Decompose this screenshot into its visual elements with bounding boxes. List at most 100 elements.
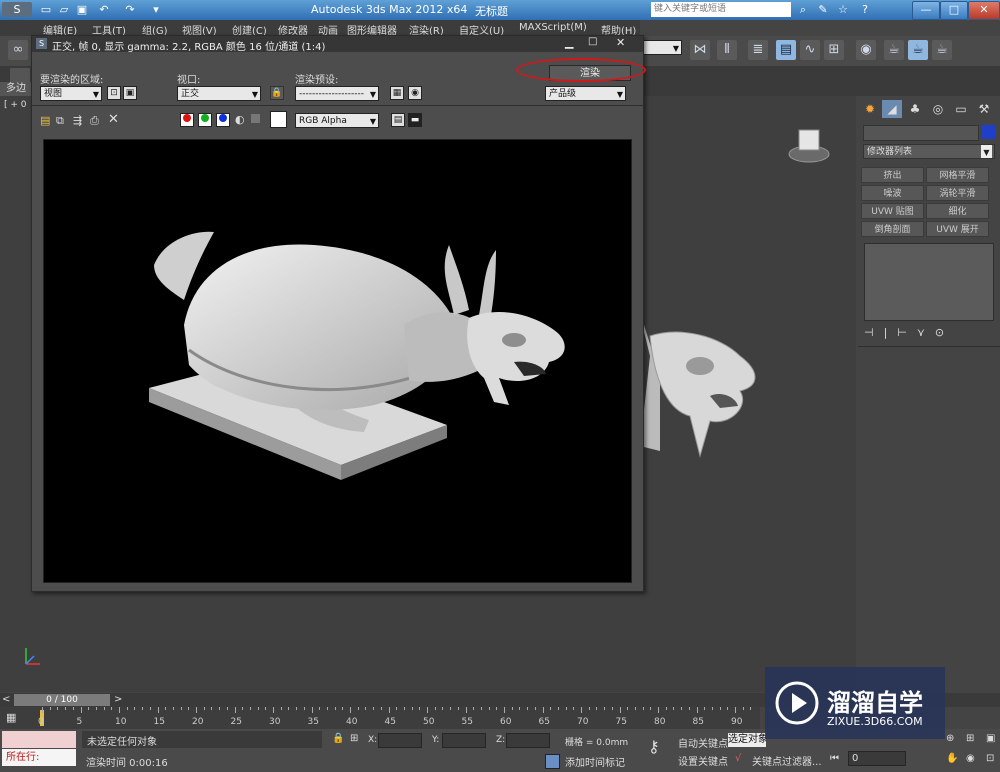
ribbon-tab[interactable] <box>10 68 30 83</box>
new-file-icon[interactable]: ▭ <box>38 2 54 17</box>
current-frame-field[interactable]: 0 <box>848 751 906 766</box>
render-setup-icon[interactable]: ☕ <box>884 40 904 60</box>
uvw-map-button[interactable]: UVW 贴图 <box>861 203 924 219</box>
y-coordinate-field[interactable] <box>442 733 486 748</box>
time-slider-next[interactable]: > <box>114 694 122 705</box>
area-to-render-dropdown[interactable]: 视图 ▼ <box>40 86 102 101</box>
material-editor-icon[interactable]: ◉ <box>856 40 876 60</box>
layer-manager-icon[interactable]: ≣ <box>748 40 768 60</box>
time-slider-thumb[interactable]: 0 / 100 <box>14 694 110 706</box>
track-bar[interactable]: ▦ 0 5 10 15 20 25 30 35 40 45 50 55 60 65 70 75 80 85 90 <box>0 707 760 729</box>
render-preset-dropdown[interactable]: -------------------- ▼ <box>295 86 379 101</box>
orbit-icon[interactable]: ◉ <box>966 753 975 764</box>
schematic-view-icon[interactable]: ⊞ <box>824 40 844 60</box>
zoom-extents-icon[interactable]: ⊕ <box>946 733 954 744</box>
set-key-button[interactable]: 设置关键点 <box>678 753 728 768</box>
hierarchy-tab-icon[interactable]: ♣ <box>905 100 925 118</box>
selection-set-dropdown[interactable]: ▼ <box>642 40 682 55</box>
app-logo-icon[interactable]: S <box>2 2 32 17</box>
redo-icon[interactable]: ↷ <box>122 2 138 17</box>
modifier-list-dropdown[interactable]: 修改器列表 ▼ <box>863 144 995 159</box>
utilities-tab-icon[interactable]: ⚒ <box>974 100 994 118</box>
monochrome-icon[interactable] <box>251 114 260 123</box>
maxscript-listener-top[interactable] <box>2 731 76 748</box>
viewport-dropdown[interactable]: 正交 ▼ <box>177 86 261 101</box>
absolute-mode-icon[interactable]: ⊞ <box>350 733 358 744</box>
time-tag-icon[interactable] <box>545 754 560 769</box>
clear-icon[interactable]: ✕ <box>108 112 119 127</box>
key-mode-icon[interactable]: ⚷ <box>648 737 660 756</box>
undo-icon[interactable]: ↶ <box>96 2 112 17</box>
stack-controls[interactable]: ⊣|⊢⋎⊙ <box>864 326 994 340</box>
curve-editor-icon[interactable]: ∿ <box>800 40 820 60</box>
ribbon-tab-polygon[interactable]: 多边 <box>0 82 32 96</box>
x-coordinate-field[interactable] <box>378 733 422 748</box>
noise-button[interactable]: 噪波 <box>861 185 924 201</box>
link-icon[interactable]: ∞ <box>8 40 28 60</box>
zoom-all-icon[interactable]: ⊞ <box>966 733 974 744</box>
binoculars-icon[interactable]: ⌕ <box>795 2 811 17</box>
modify-tab-icon[interactable]: ◢ <box>882 100 902 118</box>
star-icon[interactable]: ☆ <box>835 2 851 17</box>
field-of-view-icon[interactable]: ⊡ <box>986 753 994 764</box>
render-window-maximize[interactable]: □ <box>588 36 597 47</box>
channel-display-dropdown[interactable]: RGB Alpha ▼ <box>295 113 379 128</box>
turbosmooth-button[interactable]: 涡轮平滑 <box>926 185 989 201</box>
clone-window-icon[interactable]: ⇶ <box>73 114 82 127</box>
render-window-minimize[interactable]: ▁ <box>565 36 573 49</box>
key-filter-icon[interactable]: √ <box>735 753 741 764</box>
add-time-tag-button[interactable]: 添加时间标记 <box>565 754 625 769</box>
align-icon[interactable]: ⫴ <box>717 40 737 60</box>
auto-key-button[interactable]: 自动关键点 <box>678 735 728 750</box>
mirror-icon[interactable]: ⋈ <box>690 40 710 60</box>
minimize-button[interactable]: — <box>912 1 940 20</box>
display-tab-icon[interactable]: ▭ <box>951 100 971 118</box>
key-selection-dropdown[interactable]: 选定对象 <box>728 733 766 747</box>
auto-region-icon[interactable]: ▣ <box>123 86 137 100</box>
object-color-swatch[interactable] <box>981 125 995 139</box>
save-file-icon[interactable]: ▣ <box>74 2 90 17</box>
tools-icon[interactable]: ✎ <box>815 2 831 17</box>
search-input[interactable]: 键入关键字或短语 <box>651 2 791 17</box>
maximize-button[interactable]: □ <box>940 1 968 20</box>
edit-region-icon[interactable]: ⊡ <box>107 86 121 100</box>
time-slider-prev[interactable]: < <box>2 694 10 705</box>
alpha-channel-icon[interactable]: ◐ <box>235 113 245 126</box>
red-channel-button[interactable] <box>180 113 194 127</box>
environment-icon[interactable]: ◉ <box>408 86 422 100</box>
green-channel-button[interactable] <box>198 113 212 127</box>
unwrap-uvw-button[interactable]: UVW 展开 <box>926 221 989 237</box>
create-tab-icon[interactable]: ✹ <box>860 100 880 118</box>
print-image-icon[interactable]: ⎙ <box>90 114 99 128</box>
maxscript-listener[interactable]: 所在行: <box>2 749 76 766</box>
viewport-label[interactable]: [ + 0 <box>4 100 27 110</box>
key-filters-button[interactable]: 关键点过滤器... <box>752 753 822 768</box>
extrude-button[interactable]: 挤出 <box>861 167 924 183</box>
modifier-stack[interactable] <box>864 243 994 321</box>
object-name-field[interactable] <box>863 125 979 141</box>
copy-image-icon[interactable]: ⧉ <box>56 114 64 128</box>
meshsmooth-button[interactable]: 网格平滑 <box>926 167 989 183</box>
render-window-close[interactable]: ✕ <box>616 36 625 49</box>
help-icon[interactable]: ? <box>857 2 873 17</box>
render-production-icon[interactable]: ☕ <box>932 40 952 60</box>
render-setup-icon-small[interactable]: ▦ <box>390 86 404 100</box>
blue-channel-button[interactable] <box>216 113 230 127</box>
lock-viewport-icon[interactable]: 🔒 <box>270 86 284 100</box>
maximize-viewport-icon[interactable]: ▣ <box>986 733 995 744</box>
tessellate-button[interactable]: 细化 <box>926 203 989 219</box>
rendered-frame-window-icon[interactable]: ☕ <box>908 40 928 60</box>
z-coordinate-field[interactable] <box>506 733 550 748</box>
bevel-profile-button[interactable]: 倒角剖面 <box>861 221 924 237</box>
swatch-color[interactable] <box>270 111 287 128</box>
close-button[interactable]: ✕ <box>968 1 1000 20</box>
motion-tab-icon[interactable]: ◎ <box>928 100 948 118</box>
quick-access-dropdown-icon[interactable]: ▾ <box>148 2 164 17</box>
toggle-ui-overlay-icon[interactable]: ▤ <box>391 113 405 127</box>
pan-icon[interactable]: ✋ <box>946 753 958 764</box>
open-file-icon[interactable]: ▱ <box>56 2 72 17</box>
mini-curve-editor-icon[interactable]: ▦ <box>6 711 24 725</box>
render-quality-dropdown[interactable]: 产品级 ▼ <box>545 86 626 101</box>
toggle-ribbon-icon[interactable]: ▤ <box>776 40 796 60</box>
viewcube[interactable] <box>788 124 830 166</box>
